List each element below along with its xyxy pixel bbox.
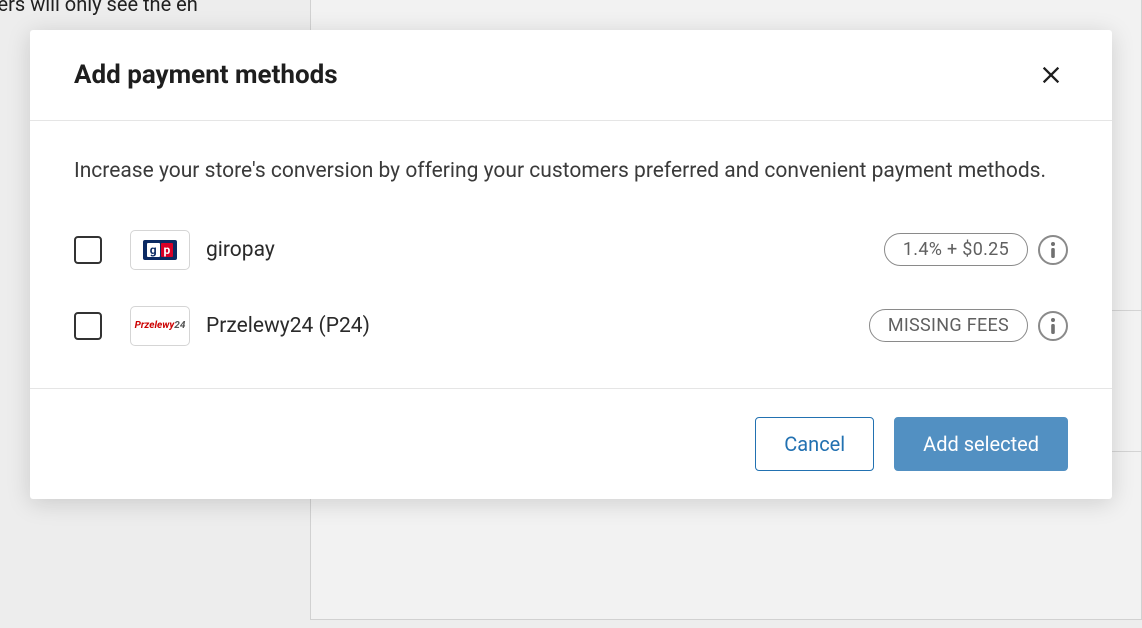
add-payment-methods-modal: Add payment methods Increase your store'…	[30, 30, 1112, 499]
payment-method-row-giropay: gp giropay 1.4% + $0.25	[74, 222, 1068, 278]
info-button-giropay[interactable]	[1038, 235, 1068, 265]
method-name-giropay: giropay	[206, 238, 884, 262]
modal-header: Add payment methods	[30, 30, 1112, 121]
info-button-p24[interactable]	[1038, 311, 1068, 341]
info-icon	[1050, 318, 1056, 334]
close-button[interactable]	[1034, 58, 1068, 92]
checkbox-p24[interactable]	[74, 312, 102, 340]
giropay-logo: gp	[130, 230, 190, 270]
p24-logo: Przelewy24	[130, 306, 190, 346]
fee-badge-giropay: 1.4% + $0.25	[884, 233, 1028, 266]
modal-body: Increase your store's conversion by offe…	[30, 121, 1112, 389]
add-selected-button[interactable]: Add selected	[894, 417, 1068, 471]
modal-title: Add payment methods	[74, 60, 338, 90]
info-icon	[1050, 242, 1056, 258]
close-icon	[1040, 64, 1062, 86]
method-name-p24: Przelewy24 (P24)	[206, 314, 869, 338]
payment-method-row-p24: Przelewy24 Przelewy24 (P24) MISSING FEES	[74, 298, 1068, 354]
checkbox-giropay[interactable]	[74, 236, 102, 264]
modal-footer: Cancel Add selected	[30, 389, 1112, 499]
fee-badge-p24: MISSING FEES	[869, 309, 1028, 342]
modal-description: Increase your store's conversion by offe…	[74, 155, 1068, 188]
cancel-button[interactable]: Cancel	[755, 417, 874, 471]
